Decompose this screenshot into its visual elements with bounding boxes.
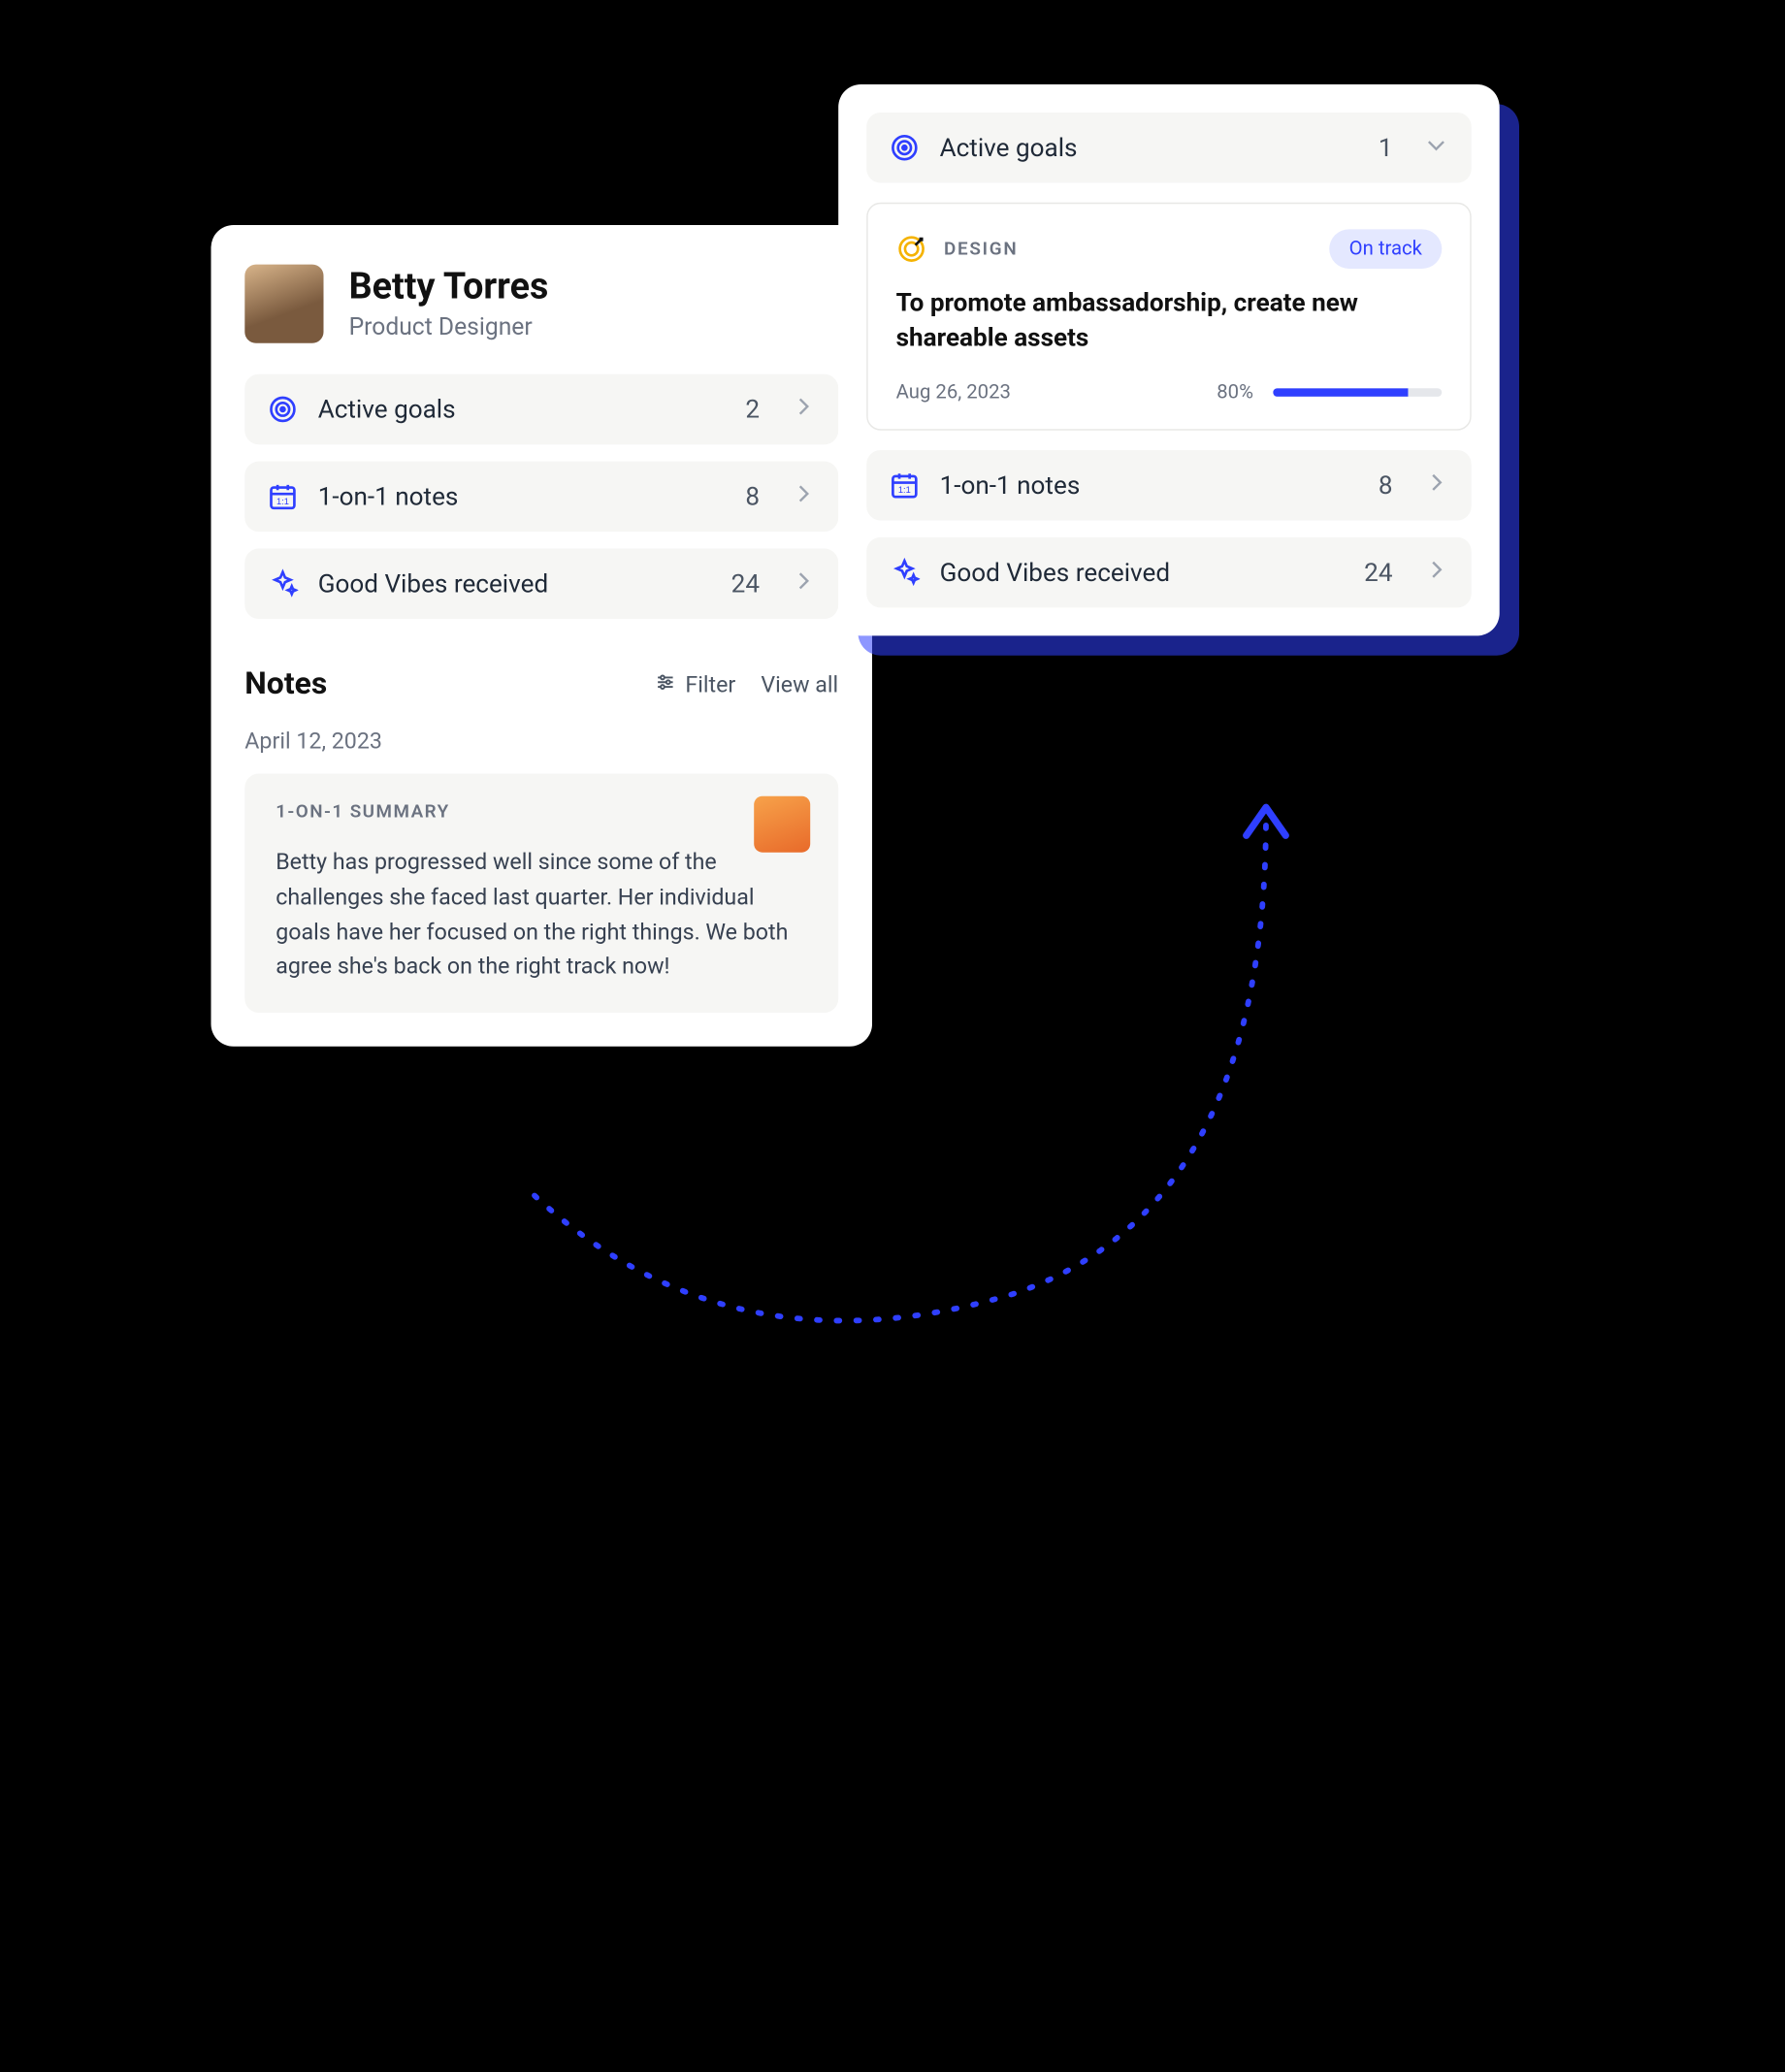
notes-header: Notes Filter View all xyxy=(244,666,838,701)
profile-meta: Betty Torres Product Designer xyxy=(349,266,549,341)
goal-top: DESIGN On track xyxy=(896,229,1443,269)
stat-count: 8 xyxy=(1379,471,1393,501)
stat-label: 1-on-1 notes xyxy=(318,482,726,511)
chevron-right-icon xyxy=(1423,558,1448,589)
stat-label: Active goals xyxy=(318,395,726,424)
goal-category: DESIGN xyxy=(944,239,1313,260)
sparkles-icon xyxy=(268,568,299,599)
chevron-right-icon xyxy=(791,481,816,512)
viewall-button[interactable]: View all xyxy=(761,671,838,698)
avatar xyxy=(244,265,323,343)
svg-text:1:1: 1:1 xyxy=(898,486,911,496)
chevron-right-icon xyxy=(1423,470,1448,502)
goal-card[interactable]: DESIGN On track To promote ambassadorshi… xyxy=(866,203,1472,431)
viewall-label: View all xyxy=(761,671,838,698)
notes-title: Notes xyxy=(244,666,629,701)
svg-text:1:1: 1:1 xyxy=(276,497,289,506)
note-card[interactable]: 1-ON-1 SUMMARY Betty has progressed well… xyxy=(244,774,838,1014)
goals-header-count: 1 xyxy=(1379,133,1393,162)
progress-fill xyxy=(1273,389,1408,398)
stat-one-on-one[interactable]: 1:1 1-on-1 notes 8 xyxy=(866,451,1472,522)
chevron-down-icon xyxy=(1423,132,1448,163)
stat-one-on-one[interactable]: 1:1 1-on-1 notes 8 xyxy=(244,462,838,533)
stat-label: Good Vibes received xyxy=(318,569,712,599)
stat-count: 8 xyxy=(745,482,760,511)
profile-card: Betty Torres Product Designer Active goa… xyxy=(211,225,873,1047)
avatar xyxy=(754,796,810,853)
stat-count: 24 xyxy=(1364,558,1392,587)
filter-icon xyxy=(655,670,677,698)
goals-header[interactable]: Active goals 1 xyxy=(866,113,1472,183)
goal-percent: 80% xyxy=(1217,381,1253,404)
stat-good-vibes[interactable]: Good Vibes received 24 xyxy=(866,537,1472,608)
status-badge: On track xyxy=(1329,229,1442,269)
note-category: 1-ON-1 SUMMARY xyxy=(276,802,807,824)
target-icon xyxy=(889,132,920,163)
stat-count: 2 xyxy=(745,395,760,424)
goals-header-label: Active goals xyxy=(940,133,1359,162)
profile-name: Betty Torres xyxy=(349,266,549,308)
stat-active-goals[interactable]: Active goals 2 xyxy=(244,374,838,445)
chevron-right-icon xyxy=(791,394,816,425)
stat-label: Good Vibes received xyxy=(940,558,1345,587)
note-text: Betty has progressed well since some of … xyxy=(276,845,807,985)
progress-bar xyxy=(1273,389,1442,398)
goal-date: Aug 26, 2023 xyxy=(896,381,1197,404)
filter-button[interactable]: Filter xyxy=(655,670,736,698)
profile-role: Product Designer xyxy=(349,313,549,341)
target-icon xyxy=(268,394,299,425)
target-icon xyxy=(896,234,927,265)
calendar-icon: 1:1 xyxy=(268,481,299,512)
goals-card: Active goals 1 DESIGN On track To promot… xyxy=(838,84,1500,636)
goal-footer: Aug 26, 2023 80% xyxy=(896,381,1443,404)
note-date: April 12, 2023 xyxy=(244,728,838,755)
stat-good-vibes[interactable]: Good Vibes received 24 xyxy=(244,549,838,620)
filter-label: Filter xyxy=(685,671,735,698)
calendar-icon: 1:1 xyxy=(889,470,920,502)
sparkles-icon xyxy=(889,558,920,589)
goal-title: To promote ambassadorship, create new sh… xyxy=(896,285,1443,356)
profile-header: Betty Torres Product Designer xyxy=(244,265,838,343)
chevron-right-icon xyxy=(791,568,816,599)
stat-count: 24 xyxy=(731,569,760,599)
stat-label: 1-on-1 notes xyxy=(940,471,1359,501)
